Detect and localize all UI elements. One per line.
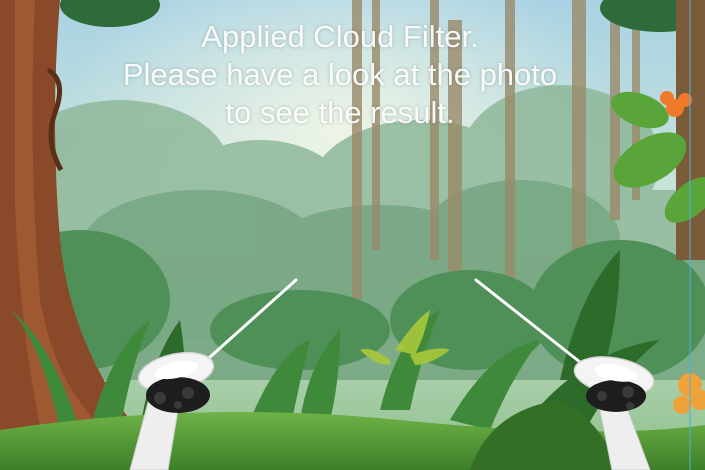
notification-message: Applied Cloud Filter. Please have a look…	[40, 18, 640, 132]
notification-line-1: Applied Cloud Filter.	[201, 19, 479, 54]
notification-line-2: Please have a look at the photo	[122, 57, 558, 92]
vr-scene: Applied Cloud Filter. Please have a look…	[0, 0, 705, 470]
notification-line-3: to see the result.	[225, 95, 455, 130]
